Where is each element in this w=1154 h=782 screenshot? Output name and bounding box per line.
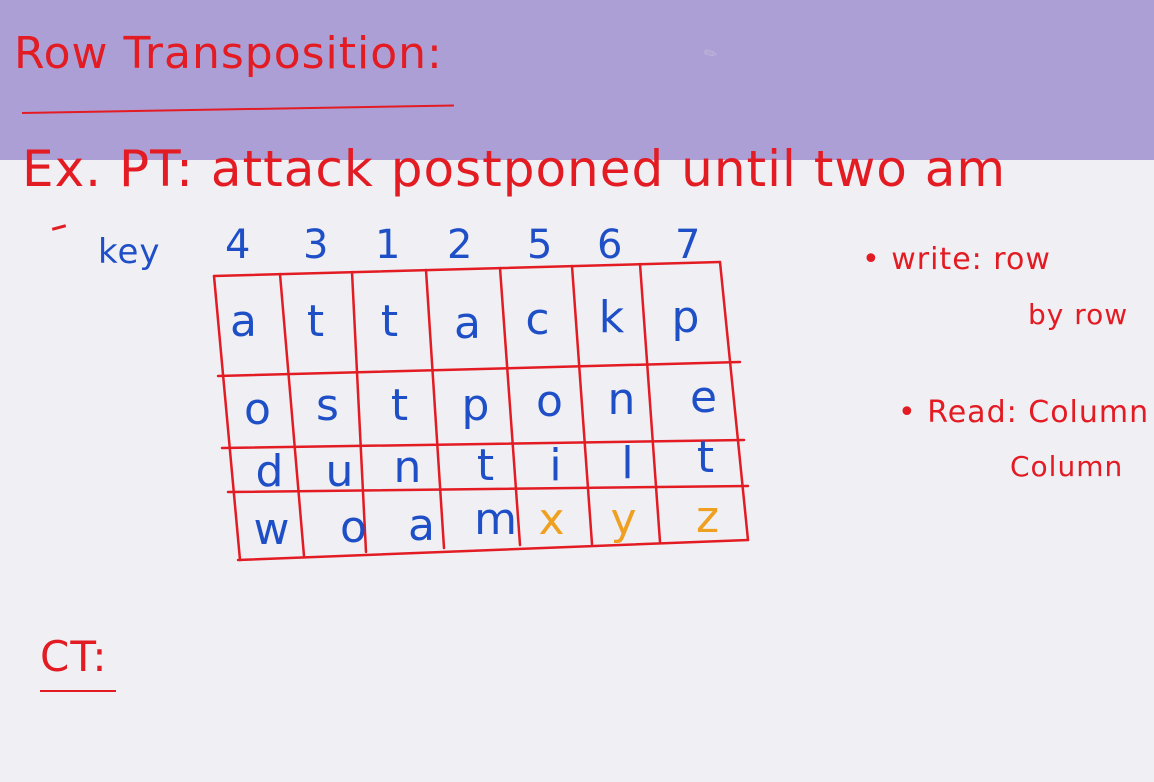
ciphertext-underline — [40, 690, 116, 692]
grid-cell: w — [253, 504, 291, 555]
grid-cell-padding: z — [695, 492, 721, 543]
grid-cell: a — [454, 298, 482, 349]
grid-cell: n — [393, 442, 423, 493]
grid-cell: o — [340, 502, 368, 553]
grid-cell: n — [607, 374, 637, 425]
grid-cell: a — [230, 296, 258, 347]
grid-cell: i — [549, 440, 563, 491]
note-write-continued: by row — [1028, 298, 1129, 331]
grid-cell: c — [525, 294, 551, 345]
grid-cell-padding: y — [610, 494, 638, 545]
grid-cell: t — [306, 296, 326, 347]
grid-cell: o — [244, 384, 272, 435]
note-write: • write: row — [862, 242, 1051, 277]
grid-cell: a — [408, 500, 436, 551]
grid-cell: k — [598, 292, 626, 343]
note-read: • Read: Column by — [898, 395, 1154, 430]
grid-cell-padding: x — [538, 494, 566, 545]
grid-cell: t — [476, 440, 496, 491]
grid-cell: d — [255, 446, 285, 497]
grid-cell: s — [316, 380, 340, 431]
grid-cell: t — [390, 380, 410, 431]
grid-cell: t — [696, 432, 716, 483]
grid-cell: t — [380, 296, 400, 347]
grid-cell: l — [621, 438, 635, 489]
grid-cell: u — [325, 446, 355, 497]
grid-cell: o — [536, 376, 564, 427]
ciphertext-label: CT: — [40, 632, 108, 681]
grid-cell: p — [671, 292, 701, 343]
note-read-continued: Column — [1010, 450, 1124, 483]
grid-cell: e — [689, 372, 719, 423]
grid-cell: p — [461, 380, 491, 431]
